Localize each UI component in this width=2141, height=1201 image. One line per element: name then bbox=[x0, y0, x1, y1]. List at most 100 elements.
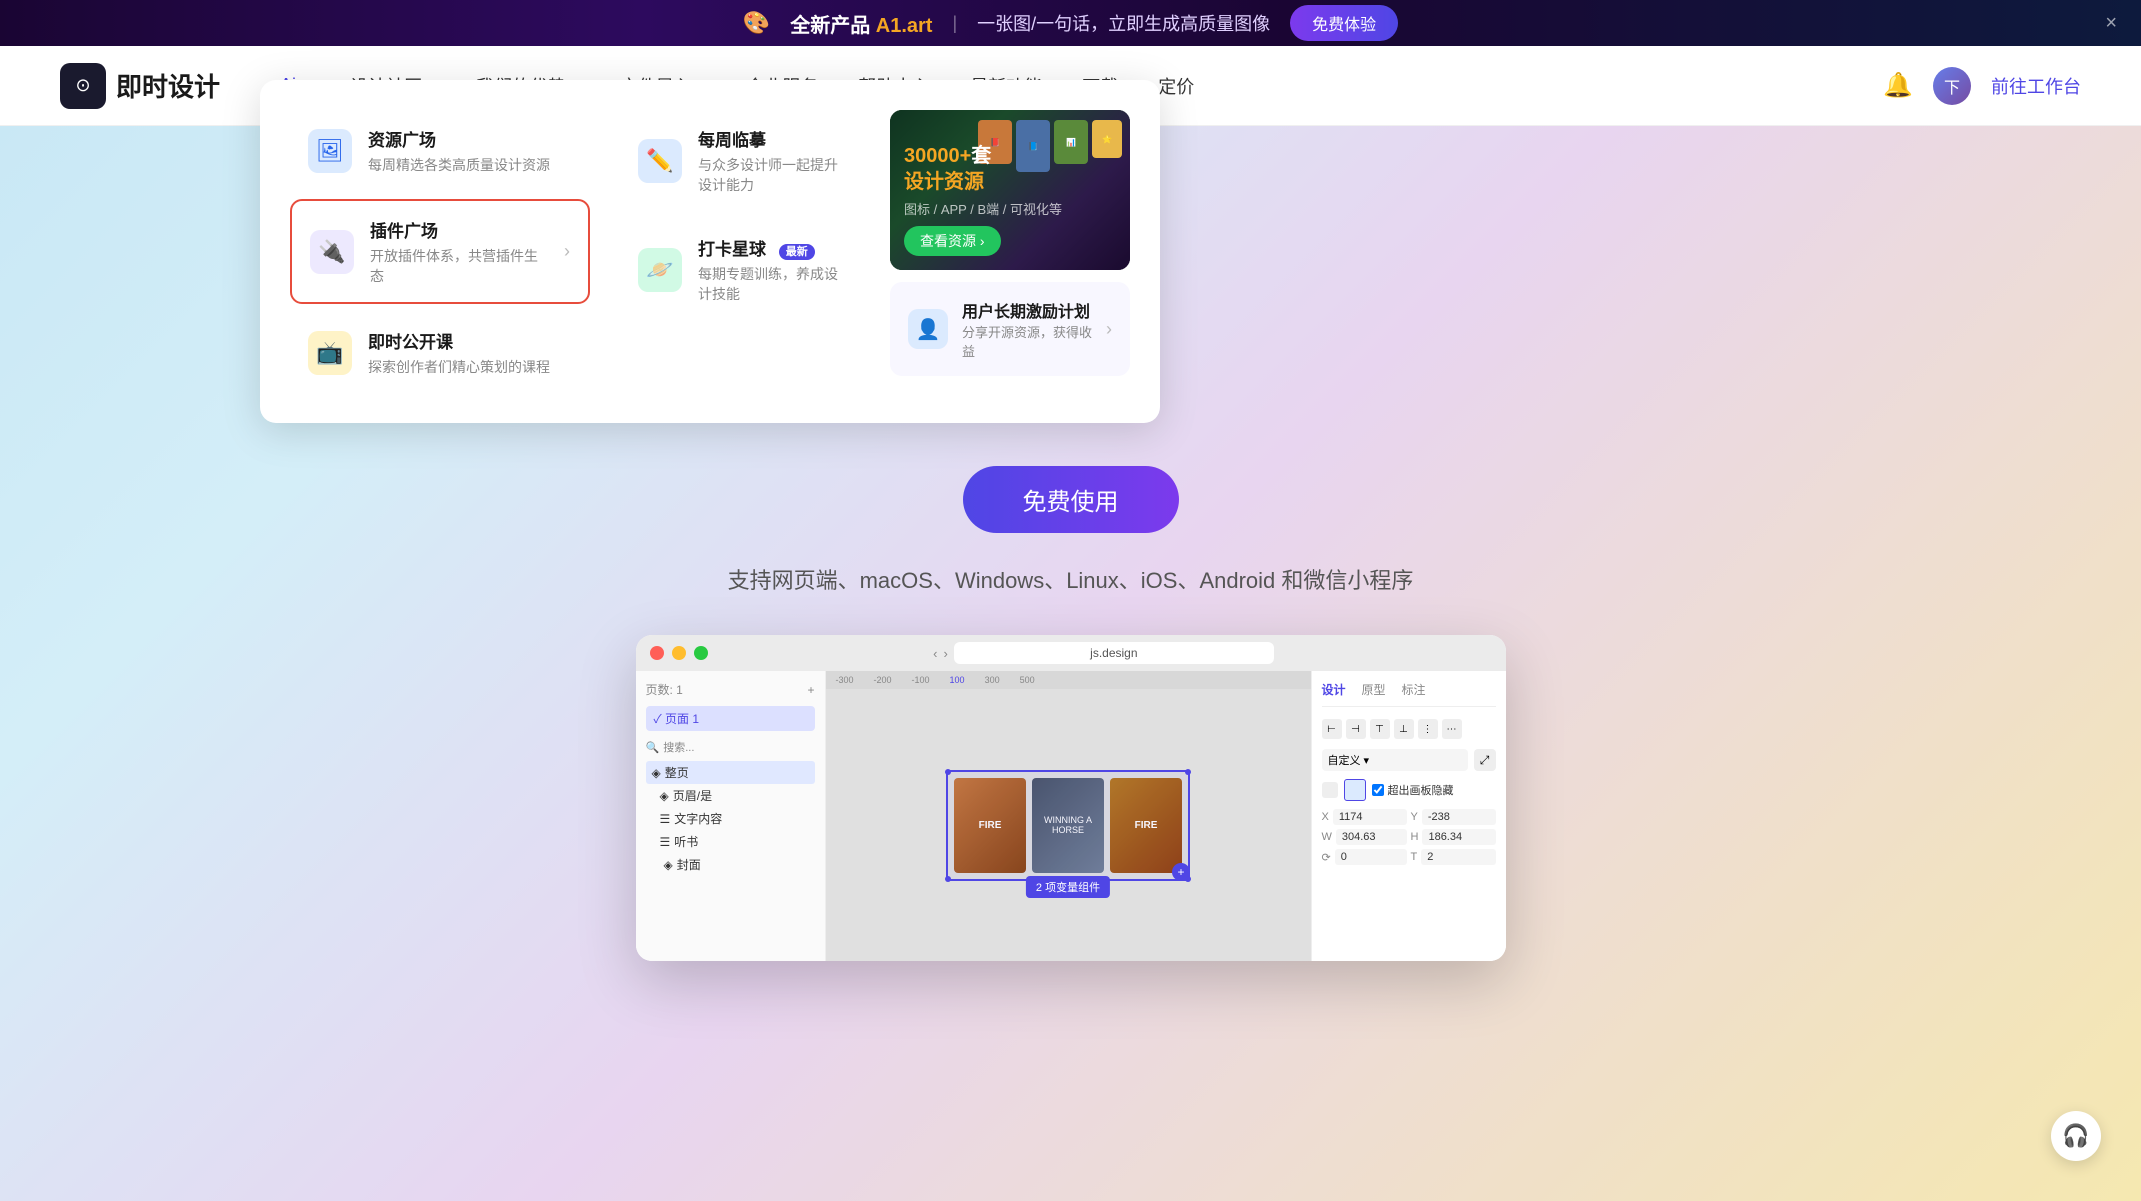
chevron-right-icon: › bbox=[564, 241, 570, 262]
r2-field: T 2 bbox=[1411, 849, 1496, 865]
promo-view-btn[interactable]: 查看资源 › bbox=[904, 226, 1001, 256]
h-label: H bbox=[1411, 831, 1419, 843]
promo-card[interactable]: 📕 📘 📊 ⭐ 30000+套 设计资源 图标 / APP / B端 / 可视化… bbox=[890, 110, 1130, 270]
search-icon: 🔍 bbox=[646, 741, 660, 754]
resize-icon[interactable]: ⤢ bbox=[1474, 749, 1496, 771]
x-field: X 1174 bbox=[1322, 809, 1407, 825]
plan-text: 用户长期激励计划 分享开源资源，获得收益 bbox=[962, 298, 1092, 360]
selection-handle-tl bbox=[945, 769, 951, 775]
new-badge: 最新 bbox=[779, 244, 815, 260]
promo-count: 30000+ bbox=[904, 145, 971, 167]
selection-box bbox=[946, 770, 1190, 881]
logo-area[interactable]: ⊙ 即时设计 bbox=[60, 63, 220, 109]
r-value[interactable]: 0 bbox=[1335, 849, 1407, 865]
distribute-icon[interactable]: ⋯ bbox=[1442, 719, 1462, 739]
menu-item-course-title: 即时公开课 bbox=[368, 328, 572, 353]
bell-icon[interactable]: 🔔 bbox=[1883, 71, 1913, 100]
window-bar: ‹ › js.design bbox=[636, 635, 1506, 671]
align-tools: ⊢ ⊣ ⊤ ⊥ ⋮ ⋯ bbox=[1322, 719, 1496, 739]
menu-item-weekly-title: 每周临摹 bbox=[698, 126, 842, 151]
menu-item-plugins[interactable]: 🔌 插件广场 开放插件体系，共营插件生态 › bbox=[290, 199, 590, 304]
w-value[interactable]: 304.63 bbox=[1336, 829, 1407, 845]
deco-star-icon: ⭐ bbox=[1092, 120, 1122, 158]
menu-item-resources[interactable]: 🖼 资源广场 每周精选各类高质量设计资源 bbox=[290, 110, 590, 191]
align-left-icon[interactable]: ⊢ bbox=[1322, 719, 1342, 739]
free-btn-area: 免费使用 bbox=[963, 446, 1179, 533]
promo-resource-text: 设计资源 bbox=[904, 171, 984, 193]
layer-item-audio[interactable]: ☰ 听书 bbox=[646, 830, 815, 853]
menu-item-weekly-desc: 与众多设计师一起提升设计能力 bbox=[698, 155, 842, 195]
add-page-icon: + bbox=[807, 683, 814, 697]
support-button[interactable]: 🎧 bbox=[2051, 1111, 2101, 1161]
menu-item-course-text: 即时公开课 探索创作者们精心策划的课程 bbox=[368, 328, 572, 377]
layers-panel: 页数: 1 + ✓ 页面 1 🔍 搜索... ◈ 整页 ◈ 页眉/是 bbox=[636, 671, 826, 961]
h-field: H 186.34 bbox=[1411, 829, 1496, 845]
menu-item-plugins-desc: 开放插件体系，共营插件生态 bbox=[370, 246, 548, 286]
h-value[interactable]: 186.34 bbox=[1422, 829, 1495, 845]
x-value[interactable]: 1174 bbox=[1333, 809, 1407, 825]
align-top-icon[interactable]: ⊥ bbox=[1394, 719, 1414, 739]
r-label: ⟳ bbox=[1322, 851, 1331, 864]
planet-icon: 🪐 bbox=[638, 248, 682, 292]
layer-item-text[interactable]: ☰ 文字内容 bbox=[646, 807, 815, 830]
menu-item-weekly[interactable]: ✏️ 每周临摹 与众多设计师一起提升设计能力 bbox=[620, 110, 860, 211]
goto-workspace-button[interactable]: 前往工作台 bbox=[1991, 73, 2081, 99]
overflow-label: 超出画板隐藏 bbox=[1372, 782, 1454, 798]
menu-item-resources-desc: 每周精选各类高质量设计资源 bbox=[368, 155, 572, 175]
logo-text: 即时设计 bbox=[116, 67, 220, 104]
banner-separator: | bbox=[952, 13, 957, 34]
resources-icon: 🖼 bbox=[308, 129, 352, 173]
menu-item-planet[interactable]: 🪐 打卡星球 最新 每期专题训练，养成设计技能 bbox=[620, 219, 860, 320]
pages-header: 页数: 1 + bbox=[646, 681, 815, 698]
r-field: ⟳ 0 bbox=[1322, 849, 1407, 865]
layer-icon: ◈ bbox=[652, 766, 661, 780]
url-text: js.design bbox=[1090, 646, 1137, 660]
close-icon[interactable]: × bbox=[2105, 12, 2117, 35]
menu-item-planet-desc: 每期专题训练，养成设计技能 bbox=[698, 264, 842, 304]
menu-item-course[interactable]: 📺 即时公开课 探索创作者们精心策划的课程 bbox=[290, 312, 590, 393]
avatar[interactable]: 下 bbox=[1933, 67, 1971, 105]
page-1-item[interactable]: ✓ 页面 1 bbox=[646, 706, 815, 731]
x-label: X bbox=[1322, 811, 1329, 823]
canvas-area: -300-200-100100300500 FIRE WI bbox=[826, 671, 1311, 961]
dropdown-menu: 🖼 资源广场 每周精选各类高质量设计资源 🔌 插件广场 开放插件体系，共营插件生… bbox=[260, 80, 1160, 423]
design-tab[interactable]: 设计 bbox=[1322, 681, 1346, 698]
menu-item-weekly-text: 每周临摹 与众多设计师一起提升设计能力 bbox=[698, 126, 842, 195]
promo-sub-text: 图标 / APP / B端 / 可视化等 bbox=[904, 199, 1062, 218]
r2-value[interactable]: 2 bbox=[1421, 849, 1495, 865]
search-placeholder: 搜索... bbox=[663, 739, 694, 755]
layer-item-whole-page[interactable]: ◈ 整页 bbox=[646, 761, 815, 784]
align-center-h-icon[interactable]: ⊣ bbox=[1346, 719, 1366, 739]
nav-back-icon: ‹ bbox=[933, 646, 937, 661]
nav-forward-icon: › bbox=[944, 646, 948, 661]
annotation-tab[interactable]: 标注 bbox=[1402, 681, 1426, 698]
weekly-icon: ✏️ bbox=[638, 139, 682, 183]
w-field: W 304.63 bbox=[1322, 829, 1407, 845]
dropdown-left-panel: 🖼 资源广场 每周精选各类高质量设计资源 🔌 插件广场 开放插件体系，共营插件生… bbox=[290, 110, 590, 393]
layer-item-header[interactable]: ◈ 页眉/是 bbox=[646, 784, 815, 807]
user-plan-card[interactable]: 👤 用户长期激励计划 分享开源资源，获得收益 › bbox=[890, 282, 1130, 376]
plan-desc: 分享开源资源，获得收益 bbox=[962, 322, 1092, 360]
promo-title-count: 30000+套 设计资源 bbox=[904, 143, 1062, 195]
align-right-icon[interactable]: ⊤ bbox=[1370, 719, 1390, 739]
right-panel-tabs: 设计 原型 标注 bbox=[1322, 681, 1496, 707]
banner-brand: A1.art bbox=[876, 15, 933, 37]
nav-right: 🔔 下 前往工作台 bbox=[1883, 67, 2081, 105]
size-preset-dropdown[interactable]: 自定义 ▾ bbox=[1322, 749, 1468, 771]
minimize-dot bbox=[672, 646, 686, 660]
coords-panel: X 1174 Y -238 W 304.63 H bbox=[1322, 809, 1496, 865]
y-value[interactable]: -238 bbox=[1422, 809, 1496, 825]
clip-active-icon[interactable] bbox=[1344, 779, 1366, 801]
nav-item-pricing[interactable]: 定价 bbox=[1158, 73, 1194, 99]
menu-item-plugins-text: 插件广场 开放插件体系，共营插件生态 bbox=[370, 217, 548, 286]
add-selection-btn[interactable]: + bbox=[1172, 863, 1190, 881]
overflow-checkbox[interactable] bbox=[1372, 784, 1384, 796]
align-middle-icon[interactable]: ⋮ bbox=[1418, 719, 1438, 739]
dropdown-right-panel: 📕 📘 📊 ⭐ 30000+套 设计资源 图标 / APP / B端 / 可视化… bbox=[890, 110, 1130, 393]
banner-free-btn[interactable]: 免费体验 bbox=[1290, 5, 1398, 41]
plan-icon: 👤 bbox=[908, 309, 948, 349]
free-use-button[interactable]: 免费使用 bbox=[963, 466, 1179, 533]
menu-item-resources-text: 资源广场 每周精选各类高质量设计资源 bbox=[368, 126, 572, 175]
layer-item-cover[interactable]: ◈ 封面 bbox=[646, 853, 815, 876]
prototype-tab[interactable]: 原型 bbox=[1362, 681, 1386, 698]
